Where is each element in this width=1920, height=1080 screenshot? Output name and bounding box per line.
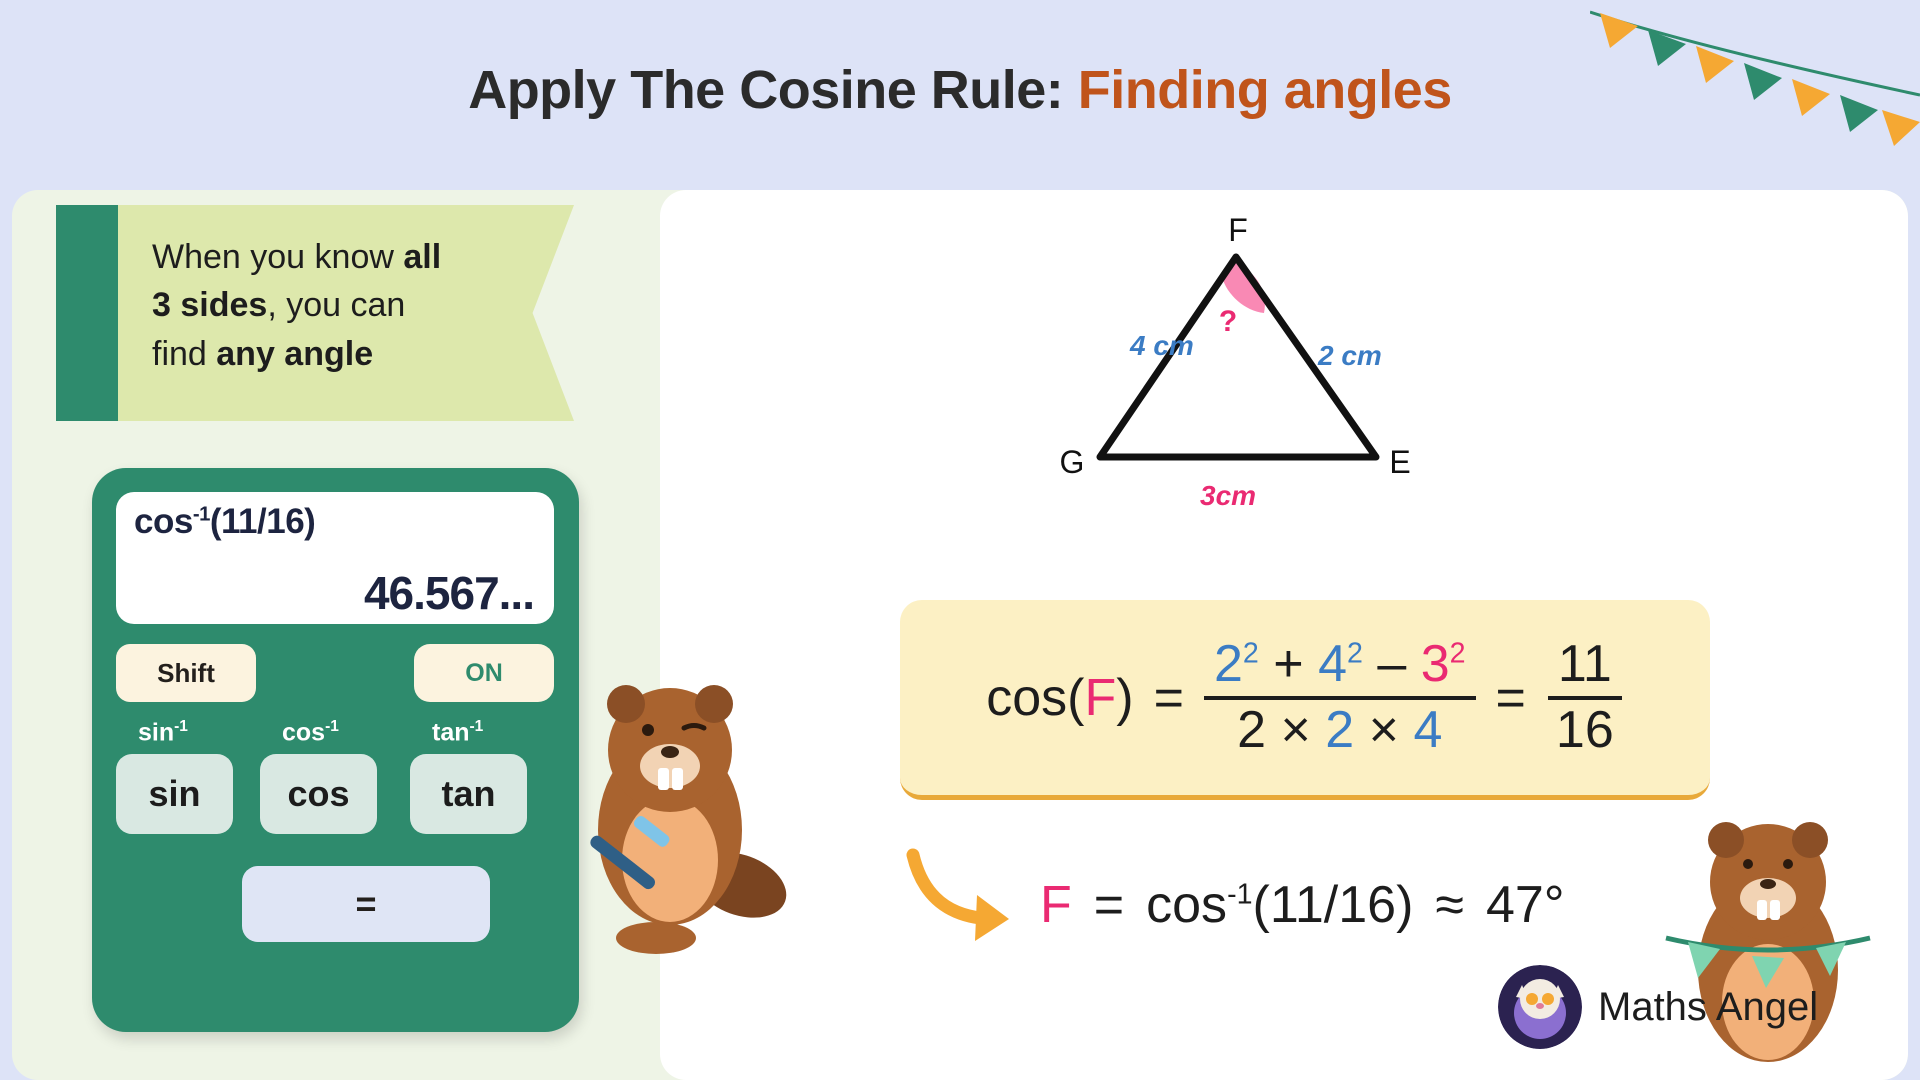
callout-accent-bar	[56, 205, 118, 421]
title-main: Apply The Cosine Rule:	[468, 60, 1078, 120]
formula-num-a-sup: 2	[1242, 637, 1259, 670]
calc-expr-sup: -1	[192, 503, 211, 526]
formula-denominator: 2 × 2 × 4	[1227, 700, 1452, 761]
tan-inverse-label: tan-1	[432, 718, 483, 747]
triangle-vertex-E: E	[1389, 444, 1410, 480]
maths-angel-logo-icon	[1498, 965, 1582, 1049]
answer-equals: =	[1093, 876, 1125, 934]
calc-expr-arg: (11/16)	[209, 502, 316, 541]
callout-line1-pre: When you know	[152, 238, 404, 276]
callout-line3-pre: find	[152, 334, 217, 373]
callout-banner: When you know all 3 sides, you can find …	[56, 205, 574, 421]
triangle-side-bottom-label: 3cm	[1200, 480, 1256, 511]
curved-arrow-icon	[906, 848, 1009, 941]
sin-inv-sup: -1	[174, 718, 188, 735]
triangle-angle-marker: ?	[1219, 305, 1237, 338]
calculator: cos-1(11/16) 46.567... Shift ON sin-1 co…	[92, 468, 579, 1032]
sin-inverse-label: sin-1	[138, 718, 188, 747]
callout-line2-post: , you can	[267, 286, 406, 325]
formula-minus: –	[1377, 635, 1407, 694]
final-answer: F = cos-1(11/16) ≈ 47°	[1040, 875, 1565, 935]
cosine-rule-formula: cos(F) = 22 + 42 – 32 2 × 2 × 4 = 11 16	[986, 634, 1624, 760]
brand: Maths Angel	[1498, 965, 1818, 1049]
triangle-diagram: F G E 4 cm 2 cm 3cm ?	[1060, 215, 1411, 511]
calculator-on-key[interactable]: ON	[414, 644, 554, 702]
formula-box: cos(F) = 22 + 42 – 32 2 × 2 × 4 = 11 16	[900, 600, 1710, 800]
formula-result-num: 11	[1547, 634, 1622, 700]
calculator-cos-key[interactable]: cos	[260, 754, 377, 834]
cos-inverse-label: cos-1	[282, 718, 339, 747]
answer-function: cos-1(11/16)	[1146, 875, 1413, 935]
formula-num-b-sup: 2	[1346, 637, 1363, 670]
calculator-sin-key[interactable]: sin	[116, 754, 233, 834]
answer-fn-base: cos	[1146, 876, 1228, 934]
formula-result-den: 16	[1555, 700, 1614, 759]
callout-line3-bold: any angle	[216, 334, 374, 373]
calc-expr-base: cos	[134, 502, 193, 541]
callout-line1-bold: all	[403, 238, 442, 276]
brand-name: Maths Angel	[1598, 984, 1819, 1029]
calculator-shift-key[interactable]: Shift	[116, 644, 256, 702]
page-title: Apply The Cosine Rule: Finding angles	[468, 59, 1452, 121]
calculator-tan-key[interactable]: tan	[410, 754, 527, 834]
formula-den-b: 2	[1325, 700, 1355, 759]
formula-main-fraction: 22 + 42 – 32 2 × 2 × 4	[1203, 634, 1476, 761]
formula-num-b: 4	[1318, 635, 1347, 694]
tan-inv-sup: -1	[469, 718, 484, 735]
beaver-mascot-left	[590, 685, 787, 954]
callout-line2-bold: 3 sides	[152, 286, 268, 325]
formula-num-a: 2	[1213, 635, 1243, 694]
triangle-side-right-label: 2 cm	[1317, 340, 1382, 371]
answer-variable: F	[1040, 876, 1072, 934]
answer-value: 47°	[1485, 876, 1565, 934]
formula-times-2: ×	[1368, 700, 1400, 759]
formula-times-1: ×	[1280, 700, 1311, 759]
answer-fn-sup: -1	[1227, 878, 1253, 911]
bunting-decoration	[1590, 10, 1920, 146]
formula-numerator: 22 + 42 – 32	[1203, 634, 1476, 700]
cos-inv-sup: -1	[325, 718, 339, 735]
formula-num-c-sup: 2	[1449, 637, 1466, 670]
formula-den-c: 4	[1413, 700, 1443, 759]
cos-inv-base: cos	[282, 718, 326, 747]
formula-equals-1: =	[1153, 668, 1184, 727]
formula-den-2: 2	[1237, 700, 1266, 759]
calculator-result: 46.567...	[363, 567, 535, 619]
formula-angle-var: F	[1084, 668, 1117, 727]
triangle-vertex-F: F	[1228, 215, 1248, 248]
formula-lhs: cos(F)	[986, 668, 1133, 728]
triangle-vertex-G: G	[1060, 444, 1085, 480]
calculator-expression: cos-1(11/16)	[134, 502, 536, 542]
formula-equals-2: =	[1495, 668, 1526, 727]
answer-approx-sign: ≈	[1435, 876, 1464, 934]
formula-cos-close: )	[1116, 668, 1134, 727]
answer-fn-arg: (11/16)	[1252, 876, 1414, 934]
formula-cos-open: cos(	[986, 668, 1085, 727]
formula-plus: +	[1273, 635, 1304, 694]
tan-inv-base: tan	[432, 718, 470, 747]
title-accent: Finding angles	[1077, 60, 1453, 120]
triangle-side-left-label: 4 cm	[1129, 330, 1194, 361]
formula-result-fraction: 11 16	[1546, 634, 1624, 760]
calculator-screen: cos-1(11/16) 46.567...	[116, 492, 554, 624]
callout-text: When you know all 3 sides, you can find …	[152, 233, 532, 378]
calculator-equals-key[interactable]: =	[242, 866, 490, 942]
sin-inv-base: sin	[138, 718, 175, 747]
formula-num-c: 3	[1420, 635, 1450, 694]
